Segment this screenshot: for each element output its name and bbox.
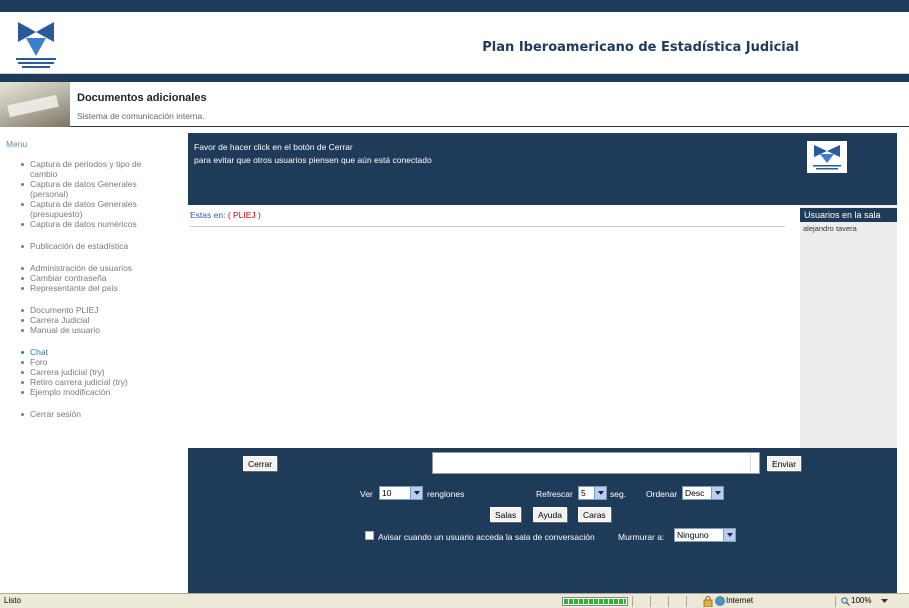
- ver-label: Ver: [360, 489, 373, 499]
- statusbar-divider: [668, 596, 669, 607]
- statusbar-divider: [632, 596, 633, 607]
- browser-statusbar: Listo Internet 100%: [0, 593, 909, 608]
- statusbar-divider: [650, 596, 651, 607]
- menu-item-representante[interactable]: Representante del país: [21, 283, 180, 293]
- menu-list: Captura de periodos y tipo de cambio Cap…: [21, 159, 180, 419]
- send-button[interactable]: Enviar: [767, 456, 802, 471]
- notify-checkbox[interactable]: [365, 531, 374, 540]
- menu-item-carrera-try[interactable]: Carrera judicial (try): [21, 367, 180, 377]
- security-zone: Internet: [726, 596, 754, 605]
- documents-image: [0, 82, 70, 127]
- sidebar-menu: Menu Captura de periodos y tipo de cambi…: [0, 133, 188, 593]
- status-text: Listo: [4, 596, 21, 605]
- globe-icon: [715, 596, 725, 606]
- ayuda-button[interactable]: Ayuda: [533, 507, 567, 522]
- menu-item-ejemplo[interactable]: Ejemplo modificación: [21, 387, 180, 397]
- menu-item-cerrar-sesion[interactable]: Cerrar sesión: [21, 409, 180, 419]
- users-panel-title: Usuarios en la sala: [800, 208, 897, 222]
- menu-item-datos-personal[interactable]: Captura de datos Generales (personal): [21, 179, 148, 199]
- users-panel: Usuarios en la sala alejandro tavera: [800, 205, 897, 448]
- message-input[interactable]: [432, 452, 760, 474]
- menu-item-documento-pliej[interactable]: Documento PLIEJ: [21, 305, 180, 315]
- notify-label: Avisar cuando un usuario acceda la sala …: [378, 532, 595, 542]
- site-title: Plan Iberoamericano de Estadística Judic…: [482, 40, 799, 55]
- salas-button[interactable]: Salas: [490, 507, 522, 522]
- location-label: Estas en:: [190, 210, 226, 220]
- order-select-value: Desc: [685, 488, 705, 498]
- whisper-label: Murmurar a:: [618, 532, 665, 542]
- renglones-label: renglones: [427, 489, 465, 499]
- menu-item-foro[interactable]: Foro: [21, 357, 180, 367]
- caras-button[interactable]: Caras: [578, 507, 611, 522]
- divider: [190, 226, 785, 227]
- statusbar-divider: [686, 596, 687, 607]
- top-band: [0, 0, 909, 12]
- refresh-select-value: 5: [581, 488, 586, 498]
- close-button[interactable]: Cerrar: [243, 456, 278, 471]
- menu-item-retiro-try[interactable]: Retiro carrera judicial (try): [21, 377, 180, 387]
- section-header: Documentos adicionales Sistema de comuni…: [0, 82, 909, 127]
- lock-icon: [703, 596, 713, 607]
- notice-panel: Favor de hacer click en el botón de Cerr…: [188, 133, 897, 205]
- section-description: Sistema de comunicación interna.: [77, 111, 205, 121]
- section-title: Documentos adicionales: [77, 92, 207, 104]
- seg-label: seg.: [610, 489, 627, 499]
- menu-item-chat[interactable]: Chat: [21, 347, 180, 357]
- menu-item-datos-numericos[interactable]: Captura de datos numéricos: [21, 219, 180, 229]
- order-select[interactable]: Desc: [682, 486, 724, 500]
- chat-area: Estas en: ( PLIEJ ): [188, 205, 800, 448]
- cumbre-judicial-small-logo: [807, 141, 847, 173]
- message-scrollbar[interactable]: [750, 454, 758, 472]
- statusbar-divider: [835, 596, 836, 607]
- rows-select[interactable]: 10: [379, 486, 423, 500]
- site-header: Plan Iberoamericano de Estadística Judic…: [0, 12, 909, 74]
- chevron-down-icon[interactable]: [881, 599, 888, 604]
- menu-item-manual[interactable]: Manual de usuario: [21, 325, 180, 335]
- chevron-down-icon: [723, 529, 735, 541]
- location-breadcrumb: Estas en: ( PLIEJ ): [190, 210, 261, 220]
- whisper-select-value: Ninguno: [677, 530, 709, 540]
- progress-fill: [564, 599, 626, 604]
- menu-item-carrera-judicial[interactable]: Carrera Judicial: [21, 315, 180, 325]
- ordenar-label: Ordenar: [646, 489, 678, 499]
- whisper-select[interactable]: Ninguno: [674, 528, 736, 542]
- menu-item-captura-periodos[interactable]: Captura de periodos y tipo de cambio: [21, 159, 148, 179]
- chevron-down-icon: [711, 487, 723, 499]
- header-band: [0, 74, 909, 82]
- menu-item-publicacion[interactable]: Publicación de estadística: [21, 241, 180, 251]
- user-item[interactable]: alejandro tavera: [800, 222, 897, 235]
- menu-title: Menu: [6, 139, 28, 149]
- chevron-down-icon: [410, 487, 422, 499]
- notice-line-2: para evitar que otros usuarios piensen q…: [194, 155, 432, 165]
- notice-text: Favor de hacer click en el botón de Cerr…: [194, 141, 432, 167]
- zoom-level[interactable]: 100%: [851, 596, 871, 605]
- menu-item-datos-presupuesto[interactable]: Captura de datos Generales (presupuesto): [21, 199, 148, 219]
- notice-line-1: Favor de hacer click en el botón de Cerr…: [194, 142, 353, 152]
- refresh-select[interactable]: 5: [578, 486, 607, 500]
- rows-select-value: 10: [382, 488, 392, 498]
- chevron-down-icon: [594, 487, 606, 499]
- refrescar-label: Refrescar: [536, 489, 573, 499]
- zoom-icon[interactable]: [841, 597, 850, 606]
- chat-controls: Cerrar Enviar Ver 10 renglones Refrescar…: [188, 448, 897, 593]
- location-value: ( PLIEJ ): [227, 210, 261, 220]
- progress-bar: [562, 597, 628, 606]
- menu-item-admin-usuarios[interactable]: Administración de usuarios: [21, 263, 180, 273]
- menu-item-cambiar-contrasena[interactable]: Cambiar contraseña: [21, 273, 180, 283]
